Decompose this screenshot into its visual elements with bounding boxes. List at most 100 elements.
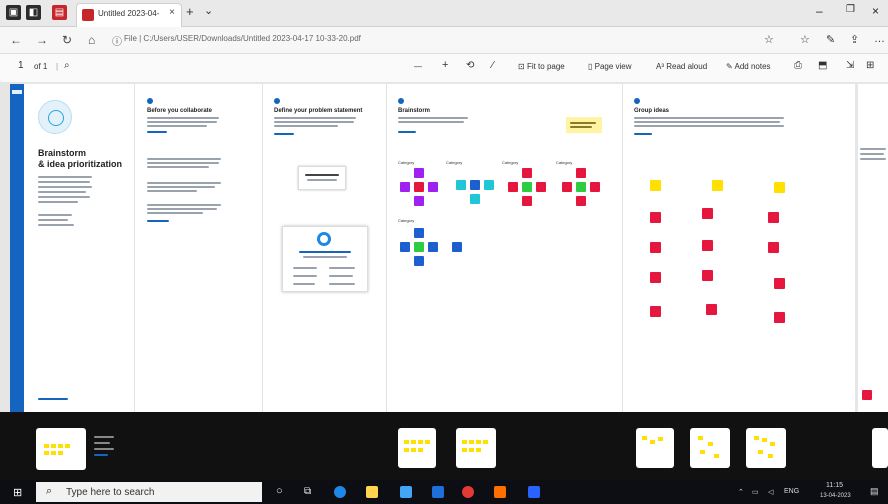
word-icon[interactable]: [528, 486, 540, 498]
add-notes-button[interactable]: ✎ Add notes: [726, 62, 771, 71]
cortana-icon[interactable]: ○: [276, 485, 283, 497]
sticky-note[interactable]: [650, 242, 661, 253]
pen-icon[interactable]: ✎: [826, 33, 835, 46]
sticky-note[interactable]: [590, 182, 600, 192]
sticky-note[interactable]: [702, 240, 713, 251]
sticky-note[interactable]: [702, 270, 713, 281]
sticky-note[interactable]: [428, 182, 438, 192]
task-view-icon[interactable]: ⧉: [304, 486, 311, 497]
back-arrow-icon[interactable]: ←: [10, 33, 22, 47]
sticky-note[interactable]: [576, 182, 586, 192]
save-as-icon[interactable]: ⇲: [846, 60, 854, 71]
favorite-star-icon[interactable]: ☆: [764, 33, 774, 46]
sticky-note[interactable]: [774, 182, 785, 193]
page-number-input[interactable]: 1: [18, 60, 24, 71]
search-icon[interactable]: ⌕: [64, 60, 70, 71]
clock-time[interactable]: 11:15: [826, 482, 843, 489]
sticky-note[interactable]: [414, 182, 424, 192]
sticky-note[interactable]: [774, 312, 785, 323]
sticky-note[interactable]: [522, 196, 532, 206]
zoom-out-button[interactable]: —: [414, 62, 422, 71]
favorites-list-icon[interactable]: ☆: [800, 33, 810, 46]
tab-actions-icon[interactable]: ◧: [26, 5, 41, 20]
rotate-icon[interactable]: ⟲: [466, 60, 474, 71]
sticky-note[interactable]: [768, 212, 779, 223]
pin-toolbar-icon[interactable]: ⊞: [866, 60, 874, 71]
thumbnail-5[interactable]: [690, 428, 730, 468]
store-icon[interactable]: [432, 486, 444, 498]
taskbar-search-box[interactable]: ⌕ Type here to search: [36, 482, 262, 502]
sticky-note[interactable]: [484, 180, 494, 190]
more-menu-icon[interactable]: …: [874, 33, 885, 45]
draw-icon[interactable]: ⁄: [492, 60, 494, 71]
sticky-note[interactable]: [562, 182, 572, 192]
sticky-note[interactable]: [774, 278, 785, 289]
new-tab-button[interactable]: +: [186, 4, 194, 19]
sticky-note[interactable]: [576, 168, 586, 178]
sticky-note[interactable]: [470, 194, 480, 204]
maximize-button[interactable]: ❐: [846, 4, 855, 15]
sticky-note[interactable]: [706, 304, 717, 315]
sticky-note[interactable]: [702, 208, 713, 219]
sticky-note[interactable]: [452, 242, 462, 252]
sticky-note[interactable]: [470, 180, 480, 190]
sticky-note[interactable]: [650, 272, 661, 283]
save-icon[interactable]: ⬒: [818, 60, 827, 71]
share-icon[interactable]: ⇪: [850, 33, 859, 46]
sticky-note[interactable]: [712, 180, 723, 191]
file-explorer-icon[interactable]: [366, 486, 378, 498]
sticky-note[interactable]: [576, 196, 586, 206]
sticky-note[interactable]: [414, 242, 424, 252]
clock-date[interactable]: 13-04-2023: [820, 493, 851, 499]
thumbnail-7[interactable]: [872, 428, 888, 468]
tab-list-chevron-icon[interactable]: ⌄: [204, 4, 213, 17]
sticky-note[interactable]: [414, 196, 424, 206]
sticky-note[interactable]: [768, 242, 779, 253]
home-icon[interactable]: ⌂: [88, 33, 95, 47]
info-icon[interactable]: ⓘ: [112, 33, 122, 48]
page-view-button[interactable]: ▯ Page view: [588, 62, 632, 71]
network-icon[interactable]: ▭: [752, 488, 759, 496]
sticky-note[interactable]: [400, 182, 410, 192]
zoom-in-button[interactable]: +: [442, 59, 448, 71]
chrome-icon[interactable]: [462, 486, 474, 498]
window-menu-icon[interactable]: ▣: [6, 5, 21, 20]
forward-arrow-icon[interactable]: →: [36, 33, 48, 47]
notifications-icon[interactable]: ▤: [870, 486, 879, 497]
sticky-note[interactable]: [414, 256, 424, 266]
read-aloud-button[interactable]: A³ Read aloud: [656, 62, 707, 71]
close-tab-icon[interactable]: ×: [169, 7, 175, 18]
thumbnail-3[interactable]: [456, 428, 496, 468]
refresh-icon[interactable]: ↻: [62, 33, 72, 47]
thumbnail-4[interactable]: [636, 428, 674, 468]
sticky-note[interactable]: [414, 168, 424, 178]
windows-start-icon[interactable]: ⊞: [13, 486, 22, 499]
thumbnail-1[interactable]: [36, 428, 86, 470]
sticky-note[interactable]: [428, 242, 438, 252]
edge-browser-icon[interactable]: [334, 486, 346, 498]
sticky-note[interactable]: [536, 182, 546, 192]
volume-icon[interactable]: ◁: [768, 488, 773, 496]
thumbnail-2[interactable]: [398, 428, 436, 468]
tray-chevron-icon[interactable]: ⌃: [738, 488, 744, 496]
sticky-note[interactable]: [522, 168, 532, 178]
app-icon[interactable]: [494, 486, 506, 498]
fit-to-page-button[interactable]: ⊡ Fit to page: [518, 62, 565, 71]
print-icon[interactable]: ⎙: [794, 60, 802, 71]
tab-pdf-document[interactable]: Untitled 2023-04-17 10... ×: [76, 3, 182, 27]
mail-icon[interactable]: [400, 486, 412, 498]
sticky-note[interactable]: [508, 182, 518, 192]
language-indicator[interactable]: ENG: [784, 488, 799, 495]
url-field[interactable]: File | C:/Users/USER/Downloads/Untitled …: [124, 34, 361, 43]
sticky-note[interactable]: [522, 182, 532, 192]
sticky-note[interactable]: [414, 228, 424, 238]
cluster-label: Category: [502, 160, 519, 165]
sticky-note[interactable]: [650, 180, 661, 191]
close-window-button[interactable]: ×: [872, 4, 879, 18]
sticky-note[interactable]: [400, 242, 410, 252]
thumbnail-6[interactable]: [746, 428, 786, 468]
sticky-note[interactable]: [456, 180, 466, 190]
sticky-note[interactable]: [650, 212, 661, 223]
sticky-note[interactable]: [650, 306, 661, 317]
minimize-button[interactable]: –: [816, 4, 823, 18]
